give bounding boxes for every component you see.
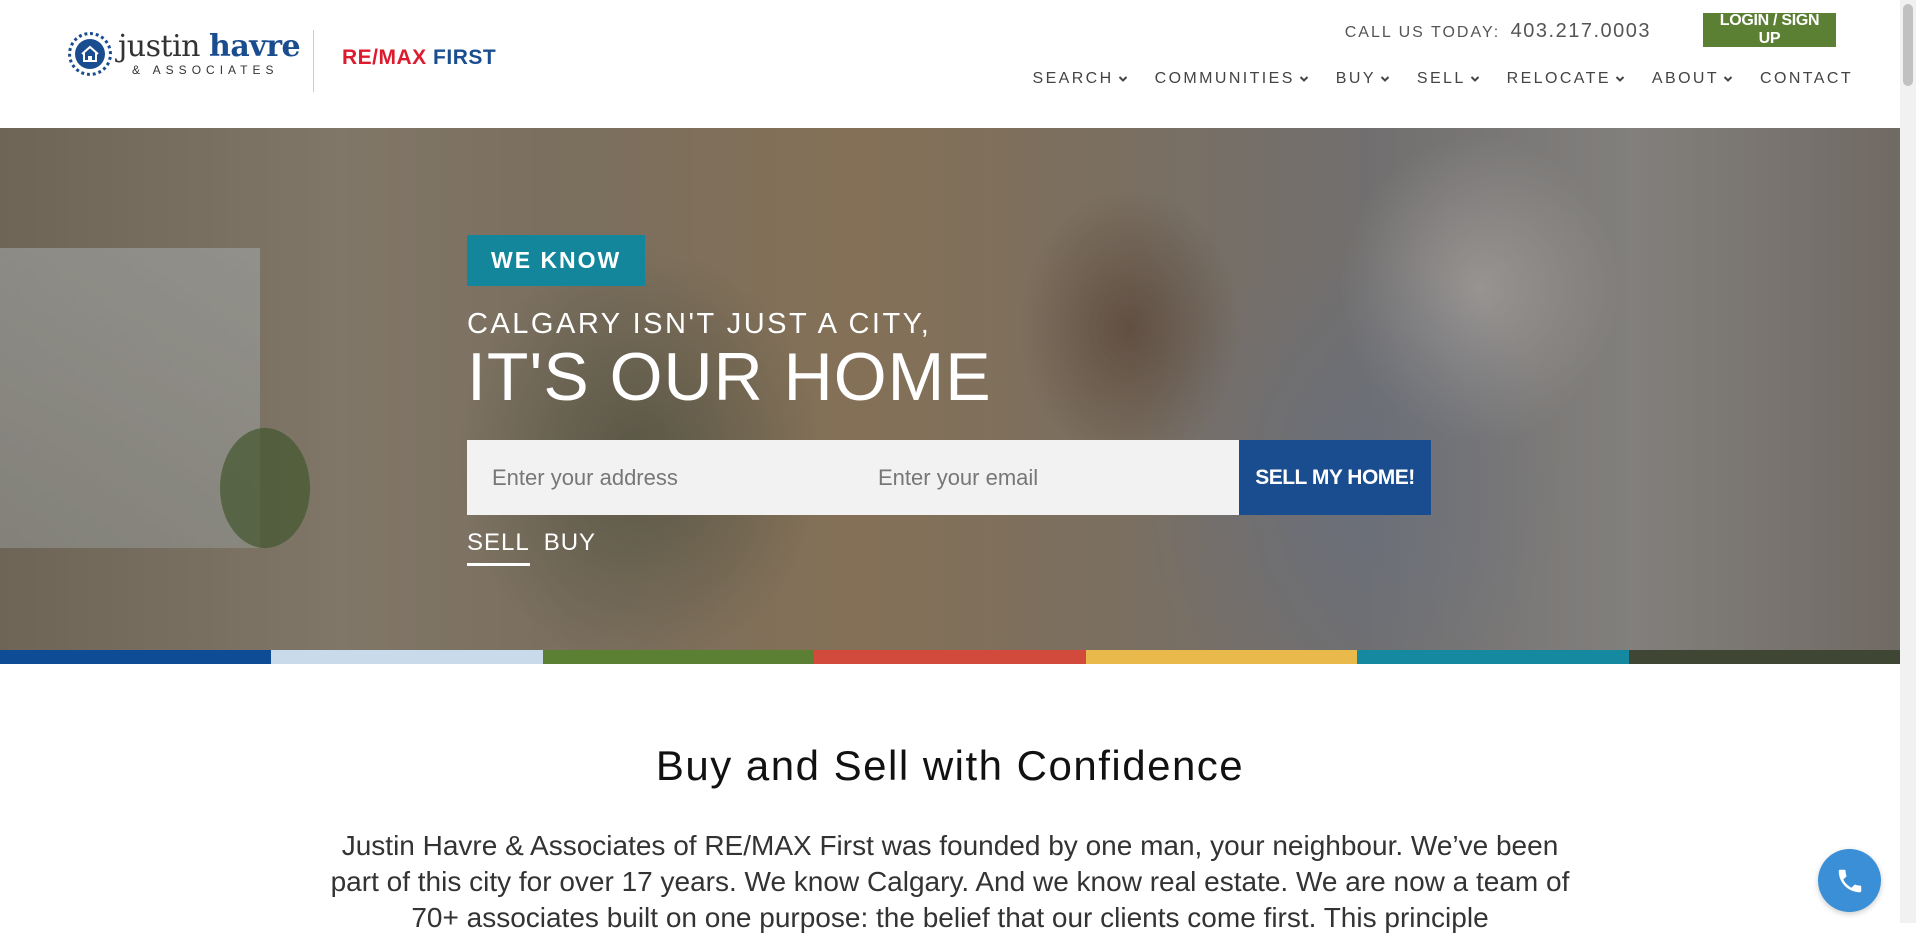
main-nav: SEARCH COMMUNITIES BUY SELL RELOCATE ABOUT CON… — [1006, 70, 1853, 88]
logo-associates: & ASSOCIATES — [132, 63, 279, 77]
chevron-down-icon — [1299, 76, 1309, 82]
phone-icon — [1838, 869, 1861, 892]
hero-heading: IT'S OUR HOME — [467, 339, 992, 415]
sell-my-home-button[interactable]: SELL MY HOME! — [1239, 440, 1431, 516]
chevron-down-icon — [1118, 76, 1127, 82]
nav-item-relocate[interactable]: RELOCATE — [1507, 70, 1625, 88]
chevron-down-icon — [1470, 76, 1479, 82]
tab-buy[interactable]: BUY — [544, 529, 596, 566]
color-strip-segment — [542, 650, 815, 664]
call-us-label: CALL US TODAY: — [1344, 24, 1501, 41]
logo-name: justin havre — [118, 29, 301, 64]
logo-divider — [313, 30, 314, 92]
call-us: CALL US TODAY: 403.217.0003 — [1345, 20, 1651, 43]
color-strip — [0, 650, 1900, 664]
site-header: justin havre & ASSOCIATES RE/MAX FIRST C… — [0, 0, 1900, 128]
hero-content: WE KNOW CALGARY ISN'T JUST A CITY, IT'S … — [467, 235, 1431, 567]
chevron-down-icon — [1380, 76, 1390, 82]
color-strip-segment — [271, 650, 543, 664]
phone-call-button[interactable] — [1818, 849, 1881, 912]
tab-sell[interactable]: SELL — [467, 529, 530, 567]
scrollbar-thumb[interactable] — [1903, 4, 1913, 86]
color-strip-segment — [814, 650, 1086, 664]
phone-number[interactable]: 403.217.0003 — [1511, 20, 1651, 42]
hero-background-window — [0, 248, 260, 548]
brand-logo[interactable]: justin havre & ASSOCIATES — [68, 29, 301, 77]
hero-banner: WE KNOW CALGARY ISN'T JUST A CITY, IT'S … — [0, 128, 1900, 650]
nav-item-search[interactable]: SEARCH — [1033, 70, 1128, 88]
section-title: Buy and Sell with Confidence — [655, 742, 1245, 789]
color-strip-segment — [1628, 650, 1900, 664]
intro-paragraph: Justin Havre & Associates of RE/MAX Firs… — [330, 830, 1570, 933]
address-input[interactable] — [467, 440, 853, 516]
sell-form: SELL MY HOME! — [467, 440, 1431, 516]
nav-item-label: SEARCH — [1032, 70, 1114, 87]
login-signup-button[interactable]: LOGIN / SIGN UP — [1703, 12, 1836, 47]
nav-item-label: CONTACT — [1760, 70, 1853, 87]
nav-item-sell[interactable]: SELL — [1417, 70, 1480, 88]
nav-item-label: ABOUT — [1651, 70, 1720, 87]
nav-item-label: SELL — [1416, 70, 1466, 87]
color-strip-segment — [1085, 650, 1358, 664]
sell-buy-tabs: SELL BUY — [467, 529, 1431, 567]
nav-item-label: BUY — [1335, 70, 1376, 87]
nav-item-label: RELOCATE — [1506, 70, 1611, 87]
house-seal-icon — [68, 32, 112, 76]
we-know-badge: WE KNOW — [467, 235, 646, 286]
color-strip-segment — [1357, 650, 1629, 664]
hero-background-plant — [220, 428, 310, 548]
nav-item-buy[interactable]: BUY — [1336, 70, 1390, 88]
email-input[interactable] — [853, 440, 1239, 516]
nav-item-label: COMMUNITIES — [1154, 70, 1295, 87]
chevron-down-icon — [1615, 76, 1625, 82]
nav-item-contact[interactable]: CONTACT — [1760, 70, 1853, 88]
chevron-down-icon — [1723, 76, 1733, 82]
remax-first-logo[interactable]: RE/MAX FIRST — [342, 46, 496, 70]
nav-item-about[interactable]: ABOUT — [1652, 70, 1733, 88]
page-scrollbar[interactable] — [1900, 0, 1916, 923]
nav-item-communities[interactable]: COMMUNITIES — [1155, 70, 1309, 88]
color-strip-segment — [0, 650, 272, 664]
hero-subheading: CALGARY ISN'T JUST A CITY, — [467, 308, 932, 340]
